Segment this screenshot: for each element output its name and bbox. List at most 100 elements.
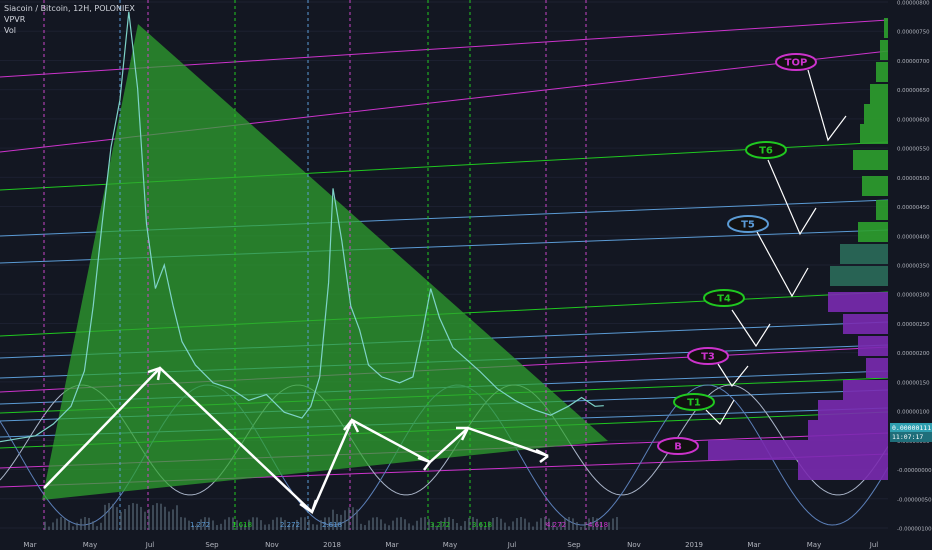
volume-bar bbox=[60, 517, 62, 530]
volume-bar bbox=[372, 517, 374, 530]
volume-bar bbox=[396, 517, 398, 530]
vpvr-bar bbox=[853, 150, 888, 170]
volume-bar bbox=[512, 521, 514, 530]
volume-bar bbox=[304, 517, 306, 530]
volume-bar bbox=[392, 520, 394, 530]
y-tick-label: 0.00000100 bbox=[897, 410, 930, 416]
x-tick-label: Mar bbox=[747, 541, 760, 549]
target-arrow bbox=[767, 159, 817, 236]
volume-bar bbox=[568, 517, 570, 530]
volume-bar bbox=[176, 505, 178, 530]
vpvr-bar bbox=[843, 380, 888, 400]
y-tick-label: 0.00000650 bbox=[897, 88, 930, 94]
volume-bar bbox=[56, 518, 58, 530]
volume-bar bbox=[572, 518, 574, 530]
volume-bar bbox=[352, 507, 354, 530]
volume-bar bbox=[136, 503, 138, 530]
indicator-vpvr[interactable]: VPVR bbox=[4, 14, 25, 25]
volume-bar bbox=[524, 518, 526, 530]
target-label: B bbox=[674, 442, 682, 453]
volume-bar bbox=[184, 517, 186, 530]
volume-bar bbox=[368, 520, 370, 530]
volume-bar bbox=[492, 517, 494, 530]
arrow-head bbox=[423, 461, 431, 471]
y-axis: 0.00000800 0.00000750 0.00000700 0.00000650… bbox=[888, 0, 932, 550]
price-chart[interactable]: TOP T6 T5 T4 T3 T1 B 1.272 1.618 2.272 2.618 3.272… bbox=[0, 0, 932, 550]
volume-bar bbox=[464, 521, 466, 530]
y-tick-label: 0.00000200 bbox=[897, 351, 930, 357]
volume-bar bbox=[80, 518, 82, 530]
y-tick-label: 0.00000550 bbox=[897, 147, 930, 153]
x-tick-label: Jul bbox=[869, 541, 879, 549]
vpvr-bar bbox=[876, 62, 888, 82]
fib-time-label: 2.272 bbox=[280, 521, 300, 529]
vpvr-bar bbox=[818, 400, 888, 420]
vpvr-bar bbox=[876, 200, 888, 220]
vpvr-bar bbox=[864, 104, 888, 124]
triangle-layer bbox=[42, 24, 608, 500]
vpvr-bar bbox=[840, 244, 888, 264]
volume-bar bbox=[164, 506, 166, 530]
vpvr-bar bbox=[808, 420, 888, 440]
vpvr-bar bbox=[843, 314, 888, 334]
volume-bar bbox=[468, 517, 470, 530]
volume-bar bbox=[540, 518, 542, 530]
y-tick-label: 0.00000500 bbox=[897, 176, 930, 182]
volume-bar bbox=[92, 521, 94, 530]
volume-bar bbox=[496, 517, 498, 530]
fib-time-label: 3.618 bbox=[472, 521, 492, 529]
target-label: T1 bbox=[687, 398, 701, 409]
volume-bar bbox=[132, 503, 134, 530]
volume-bar bbox=[120, 511, 122, 530]
vpvr-bar bbox=[828, 292, 888, 312]
fib-time-label: 2.618 bbox=[322, 521, 342, 529]
volume-bar bbox=[160, 503, 162, 530]
volume-bar bbox=[276, 517, 278, 530]
volume-bar bbox=[228, 517, 230, 530]
volume-bar bbox=[48, 526, 50, 530]
x-tick-label: May bbox=[807, 541, 821, 549]
volume-bar bbox=[580, 526, 582, 530]
volume-bar bbox=[380, 519, 382, 530]
target-labels: TOP T6 T5 T4 T3 T1 B bbox=[657, 53, 817, 455]
x-tick-label: 2019 bbox=[685, 541, 703, 549]
volume-bar bbox=[128, 504, 130, 530]
volume-bar bbox=[96, 526, 98, 530]
volume-bar bbox=[500, 518, 502, 530]
volume-bar bbox=[312, 524, 314, 530]
y-tick-label: 0.00000300 bbox=[897, 293, 930, 299]
volume-bar bbox=[116, 507, 118, 530]
x-tick-label: 2018 bbox=[323, 541, 341, 549]
vpvr-bar bbox=[708, 440, 888, 460]
x-tick-label: Sep bbox=[567, 541, 581, 549]
volume-bar bbox=[612, 518, 614, 530]
volume-bar bbox=[456, 523, 458, 530]
volume-bar bbox=[268, 524, 270, 530]
vpvr-bar bbox=[884, 18, 888, 38]
volume-bar bbox=[216, 525, 218, 530]
vpvr-bar bbox=[858, 336, 888, 356]
volume-bar bbox=[424, 517, 426, 530]
volume-bar bbox=[520, 517, 522, 530]
volume-bar bbox=[220, 523, 222, 530]
volume-bar bbox=[172, 509, 174, 530]
target-arrow bbox=[807, 69, 847, 142]
volume-bar bbox=[148, 509, 150, 530]
countdown-tag: 11:07:17 bbox=[890, 432, 932, 442]
volume-bar bbox=[584, 522, 586, 530]
target-label: T6 bbox=[759, 146, 773, 157]
y-tick-label: 0.00000750 bbox=[897, 30, 930, 36]
volume-bar bbox=[536, 521, 538, 530]
volume-bar bbox=[400, 517, 402, 530]
target-label: T4 bbox=[717, 294, 731, 305]
volume-bar bbox=[144, 511, 146, 530]
volume-bar bbox=[360, 523, 362, 530]
volume-bar bbox=[452, 518, 454, 530]
indicator-vol[interactable]: Vol bbox=[4, 25, 16, 36]
x-tick-label: Jul bbox=[145, 541, 155, 549]
volume-bar bbox=[76, 522, 78, 530]
vpvr-bar bbox=[858, 222, 888, 242]
volume-bar bbox=[576, 522, 578, 530]
target-label: T3 bbox=[701, 352, 715, 363]
volume-bar bbox=[616, 517, 618, 530]
